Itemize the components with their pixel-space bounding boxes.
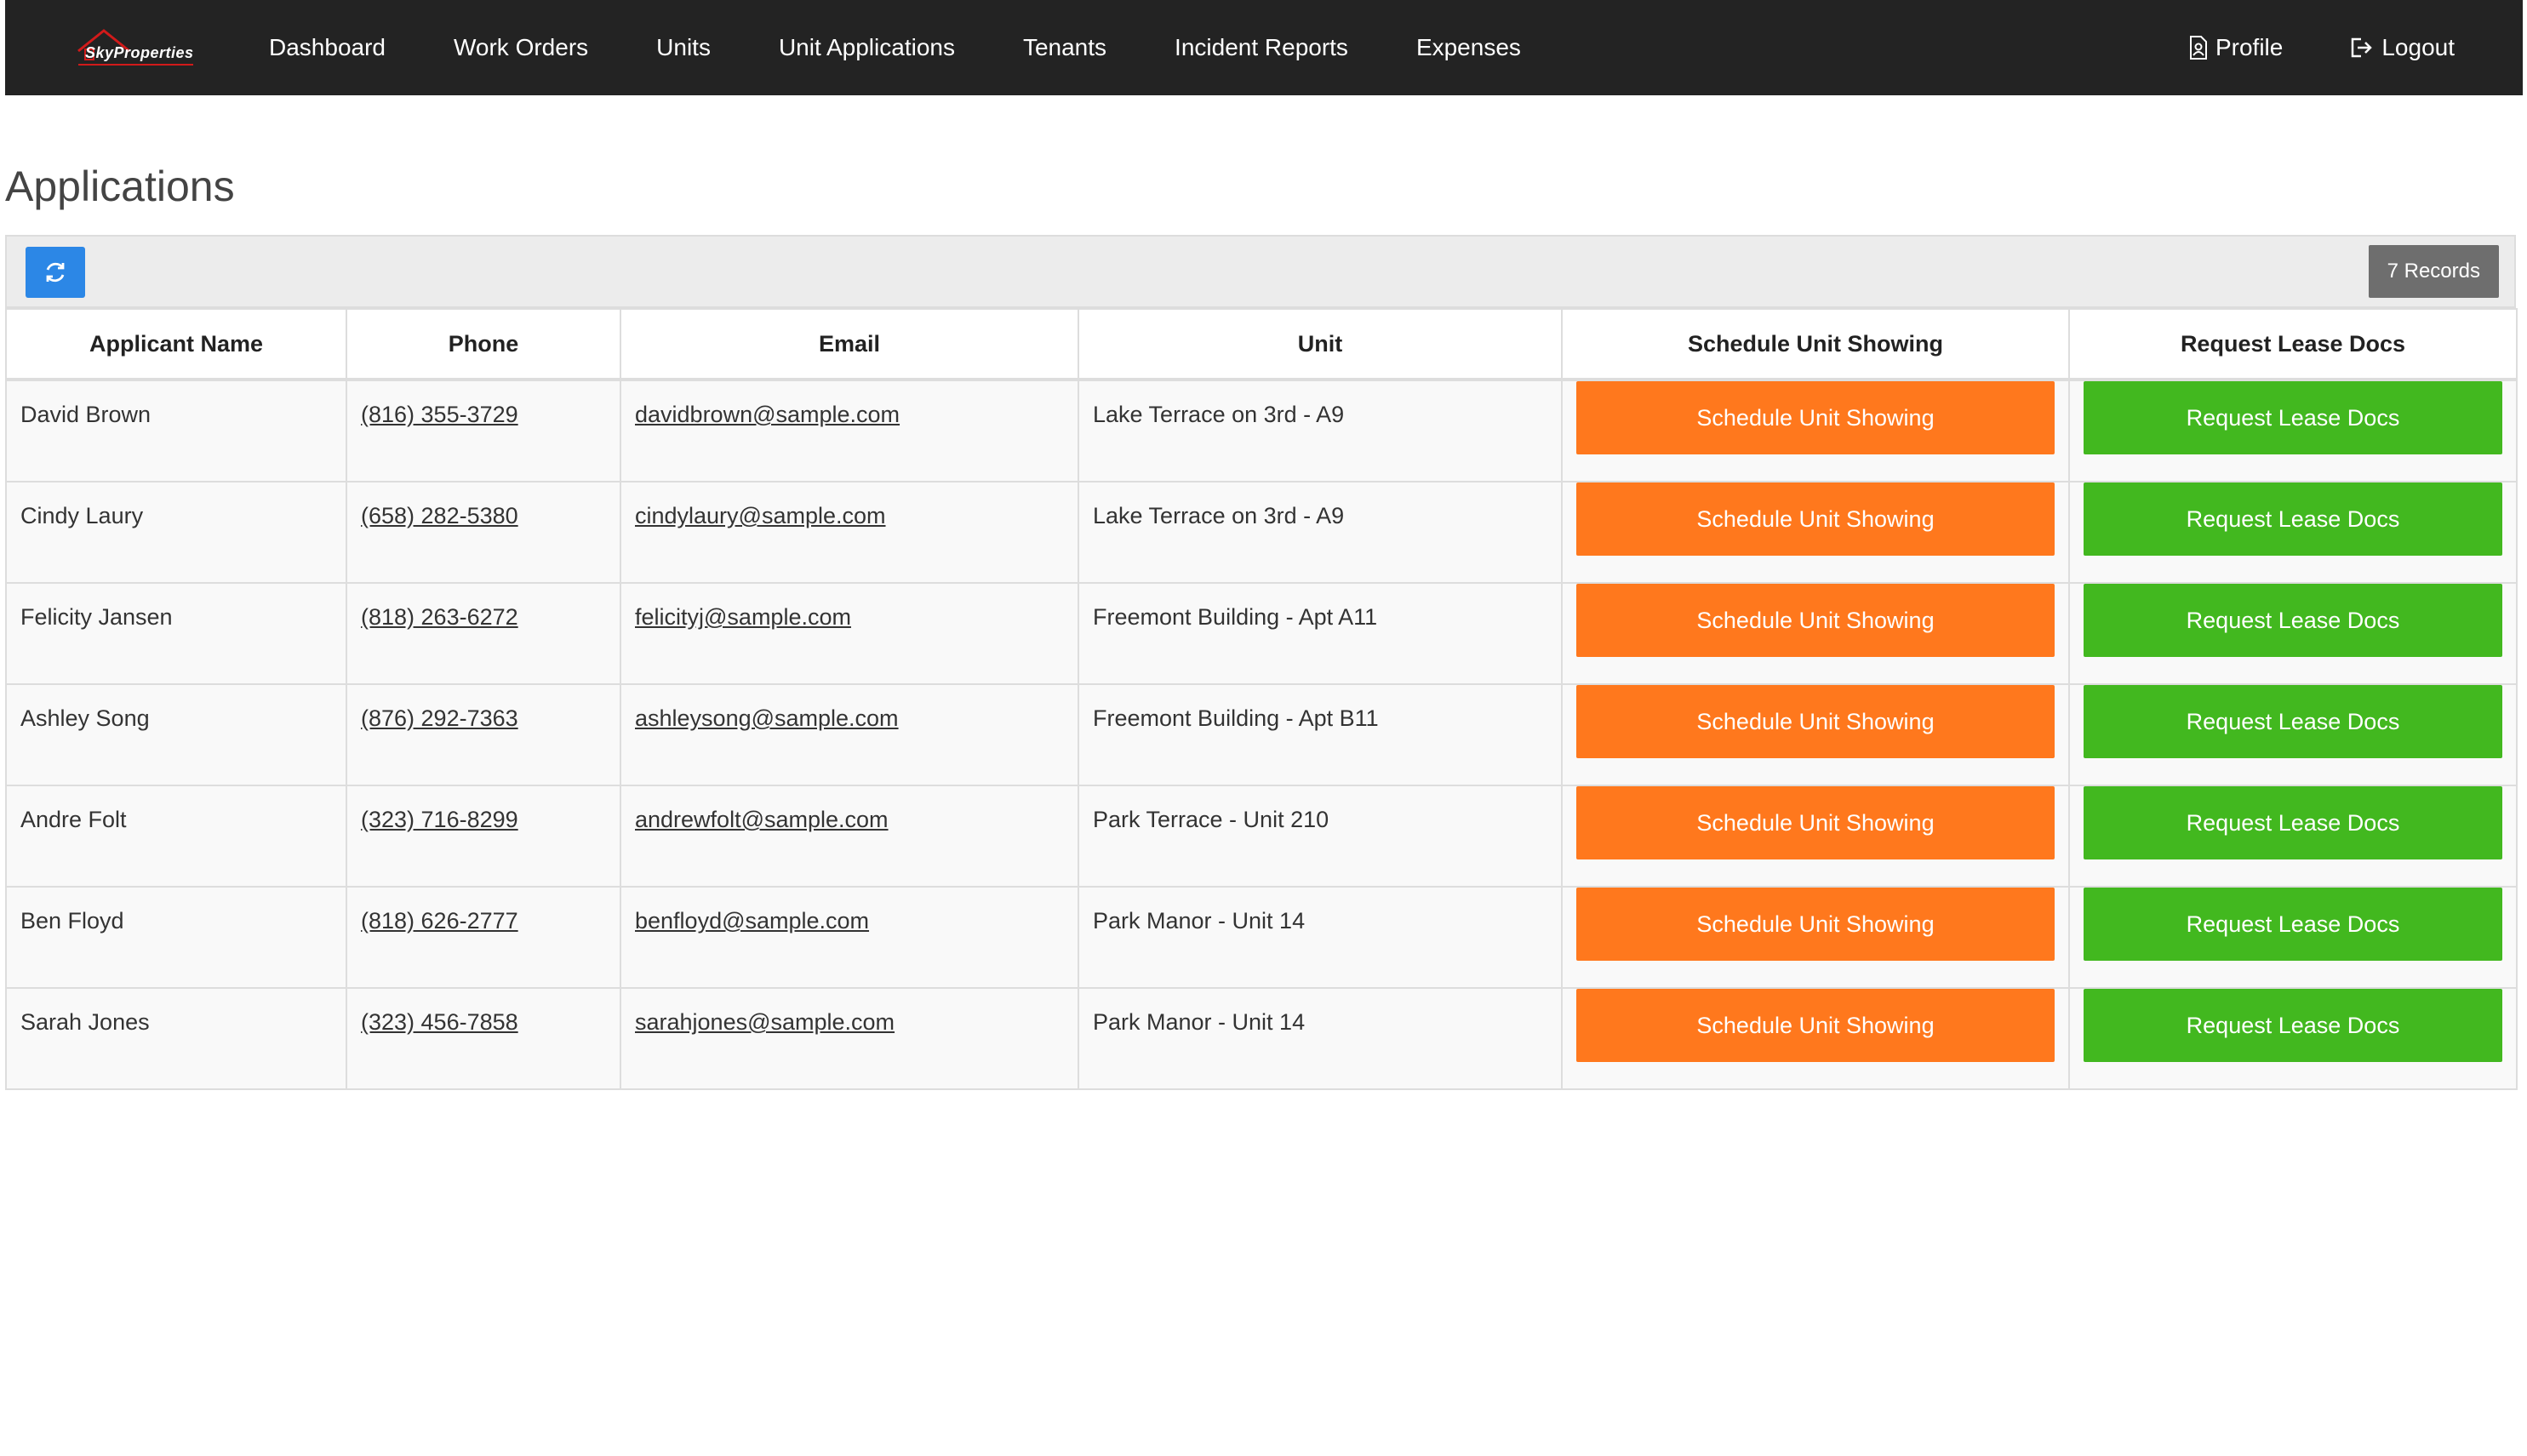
applicant-name: Ashley Song (20, 705, 150, 731)
logout-label: Logout (2381, 34, 2455, 60)
schedule-unit-showing-button[interactable]: Schedule Unit Showing (1576, 786, 2055, 859)
table-row: Ben Floyd (818) 626-2777 benfloyd@sample… (5, 886, 2518, 989)
header-request-lease-docs[interactable]: Request Lease Docs (2068, 308, 2518, 381)
unit-name: Park Terrace - Unit 210 (1093, 807, 1329, 832)
phone-link[interactable]: (818) 626-2777 (361, 908, 518, 934)
page-title: Applications (5, 163, 235, 210)
header-phone[interactable]: Phone (346, 308, 621, 381)
unit-name: Park Manor - Unit 14 (1093, 1009, 1306, 1035)
request-lease-docs-button[interactable]: Request Lease Docs (2084, 786, 2502, 859)
logout-icon (2352, 37, 2373, 58)
applicant-name: Ben Floyd (20, 908, 124, 934)
email-link[interactable]: andrewfolt@sample.com (635, 807, 889, 832)
email-link[interactable]: davidbrown@sample.com (635, 402, 900, 427)
user-nav: Profile Logout (2122, 0, 2455, 95)
profile-icon (2189, 36, 2207, 60)
refresh-button[interactable] (26, 247, 85, 298)
email-link[interactable]: ashleysong@sample.com (635, 705, 899, 731)
email-link[interactable]: felicityj@sample.com (635, 604, 851, 630)
applicant-name: David Brown (20, 402, 152, 427)
nav-units[interactable]: Units (656, 34, 711, 61)
nav-work-orders[interactable]: Work Orders (454, 34, 588, 61)
unit-name: Park Manor - Unit 14 (1093, 908, 1306, 934)
table-row: Felicity Jansen (818) 263-6272 felicityj… (5, 582, 2518, 685)
phone-link[interactable]: (876) 292-7363 (361, 705, 518, 731)
phone-link[interactable]: (658) 282-5380 (361, 503, 518, 528)
table-header-row: Applicant Name Phone Email Unit Schedule… (5, 308, 2518, 381)
phone-link[interactable]: (818) 263-6272 (361, 604, 518, 630)
table-row: Sarah Jones (323) 456-7858 sarahjones@sa… (5, 987, 2518, 1090)
logo-text: SkyProperties (85, 44, 194, 61)
phone-link[interactable]: (816) 355-3729 (361, 402, 518, 427)
records-count-badge: 7 Records (2368, 245, 2499, 298)
email-link[interactable]: cindylaury@sample.com (635, 503, 886, 528)
nav-incident-reports[interactable]: Incident Reports (1175, 34, 1348, 61)
header-schedule-unit-showing[interactable]: Schedule Unit Showing (1561, 308, 2070, 381)
table-row: Cindy Laury (658) 282-5380 cindylaury@sa… (5, 481, 2518, 584)
request-lease-docs-button[interactable]: Request Lease Docs (2084, 888, 2502, 961)
request-lease-docs-button[interactable]: Request Lease Docs (2084, 989, 2502, 1062)
main-nav: Dashboard Work Orders Units Unit Applica… (269, 0, 1589, 95)
schedule-unit-showing-button[interactable]: Schedule Unit Showing (1576, 584, 2055, 657)
applicant-name: Andre Folt (20, 807, 127, 832)
header-applicant-name[interactable]: Applicant Name (5, 308, 347, 381)
unit-name: Lake Terrace on 3rd - A9 (1093, 402, 1345, 427)
refresh-icon (46, 262, 65, 283)
table-row: Ashley Song (876) 292-7363 ashleysong@sa… (5, 683, 2518, 786)
schedule-unit-showing-button[interactable]: Schedule Unit Showing (1576, 381, 2055, 454)
schedule-unit-showing-button[interactable]: Schedule Unit Showing (1576, 482, 2055, 556)
phone-link[interactable]: (323) 456-7858 (361, 1009, 518, 1035)
applicant-name: Cindy Laury (20, 503, 144, 528)
table-toolbar: 7 Records (5, 235, 2516, 308)
top-navbar: SkyProperties Dashboard Work Orders Unit… (5, 0, 2523, 95)
nav-expenses[interactable]: Expenses (1416, 34, 1521, 61)
unit-name: Freemont Building - Apt A11 (1093, 604, 1378, 630)
unit-name: Lake Terrace on 3rd - A9 (1093, 503, 1345, 528)
table-row: Andre Folt (323) 716-8299 andrewfolt@sam… (5, 785, 2518, 888)
header-email[interactable]: Email (620, 308, 1079, 381)
applicant-name: Sarah Jones (20, 1009, 150, 1035)
request-lease-docs-button[interactable]: Request Lease Docs (2084, 584, 2502, 657)
phone-link[interactable]: (323) 716-8299 (361, 807, 518, 832)
request-lease-docs-button[interactable]: Request Lease Docs (2084, 685, 2502, 758)
header-unit[interactable]: Unit (1078, 308, 1563, 381)
table-row: David Brown (816) 355-3729 davidbrown@sa… (5, 379, 2518, 482)
schedule-unit-showing-button[interactable]: Schedule Unit Showing (1576, 989, 2055, 1062)
skyproperties-logo[interactable]: SkyProperties (70, 26, 197, 68)
unit-name: Freemont Building - Apt B11 (1093, 705, 1379, 731)
logout-link[interactable]: Logout (2349, 34, 2455, 61)
request-lease-docs-button[interactable]: Request Lease Docs (2084, 381, 2502, 454)
schedule-unit-showing-button[interactable]: Schedule Unit Showing (1576, 888, 2055, 961)
profile-link[interactable]: Profile (2188, 34, 2283, 61)
profile-label: Profile (2215, 34, 2284, 60)
schedule-unit-showing-button[interactable]: Schedule Unit Showing (1576, 685, 2055, 758)
nav-dashboard[interactable]: Dashboard (269, 34, 386, 61)
applicant-name: Felicity Jansen (20, 604, 173, 630)
nav-unit-applications[interactable]: Unit Applications (779, 34, 955, 61)
email-link[interactable]: sarahjones@sample.com (635, 1009, 895, 1035)
email-link[interactable]: benfloyd@sample.com (635, 908, 869, 934)
applications-table: Applicant Name Phone Email Unit Schedule… (5, 308, 2518, 1090)
request-lease-docs-button[interactable]: Request Lease Docs (2084, 482, 2502, 556)
nav-tenants[interactable]: Tenants (1023, 34, 1106, 61)
